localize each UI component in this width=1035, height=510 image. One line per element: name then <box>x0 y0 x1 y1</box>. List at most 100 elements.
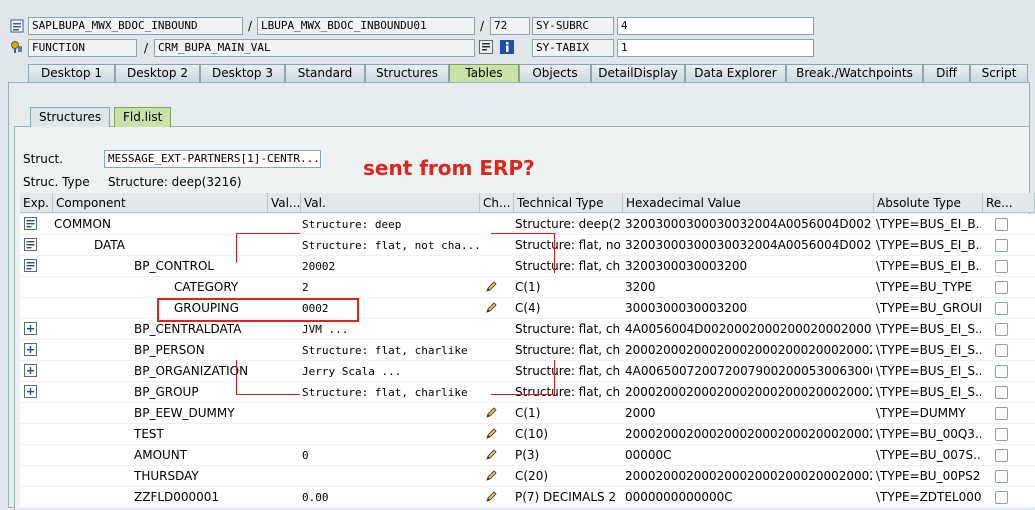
table-row[interactable]: TEST C(10) 2000200020002000200020002000200… <box>20 424 1035 445</box>
details-icon[interactable] <box>479 40 493 54</box>
absolute-type-cell: \TYPE=BU_GROUP <box>876 301 981 315</box>
hex-value-cell: 2000200020002000200020002000200020... <box>625 427 872 441</box>
table-row[interactable]: ZZFLD000001 0.00 P(7) DECIMALS 2 0000000000… <box>20 487 1035 508</box>
tab-detaildisplay[interactable]: DetailDisplay <box>591 64 685 82</box>
table-row[interactable]: CATEGORY 2 C(1) 3200 \TYPE=BU_TYPE <box>20 277 1035 298</box>
edit-pencil-icon[interactable] <box>485 426 499 447</box>
checkbox[interactable] <box>995 281 1008 294</box>
technical-type-cell: P(7) DECIMALS 2 <box>515 490 617 504</box>
separator-slash-1: / <box>248 19 253 33</box>
absolute-type-cell: \TYPE=BUS_EI_S... <box>876 364 981 378</box>
absolute-type-cell: \TYPE=DUMMY <box>876 406 966 420</box>
component-cell: TEST <box>134 427 164 441</box>
table-row[interactable]: BP_CENTRALDATA JVM ... Structure: flat, ch… <box>20 319 1035 340</box>
hex-value-cell: 2000200020002000200020002000200020... <box>625 469 872 483</box>
struct-input[interactable]: MESSAGE_EXT-PARTNERS[1]-CENTR... <box>104 150 321 168</box>
line-field[interactable]: 72 <box>490 17 530 35</box>
value-cell: 2 <box>302 281 309 294</box>
checkbox[interactable] <box>995 365 1008 378</box>
absolute-type-cell: \TYPE=BUS_EI_S... <box>876 322 981 336</box>
collapse-icon[interactable] <box>24 259 37 272</box>
expand-icon[interactable] <box>24 385 37 398</box>
expand-icon[interactable] <box>24 364 37 377</box>
table-row[interactable]: BP_ORGANIZATION Jerry Scala ... Structure:… <box>20 361 1035 382</box>
table-row[interactable]: DATA Structure: flat, not cha... Structure… <box>20 235 1035 256</box>
hex-value-cell: 4A0056004D0020002000200020002000200020..… <box>625 322 872 336</box>
tab-diff[interactable]: Diff <box>923 64 970 82</box>
checkbox[interactable] <box>995 239 1008 252</box>
table-row[interactable]: THURSDAY C(20) 200020002000200020002000200… <box>20 466 1035 487</box>
collapse-icon[interactable] <box>24 238 37 251</box>
col-val[interactable]: Val. <box>301 193 480 213</box>
col-component[interactable]: Component <box>53 193 268 213</box>
edit-pencil-icon[interactable] <box>485 489 499 510</box>
col-val-short[interactable]: Val... <box>268 193 301 213</box>
subtab-structures[interactable]: Structures <box>30 107 111 127</box>
col-exp[interactable]: Exp. <box>20 193 53 213</box>
tab-standard[interactable]: Standard <box>285 64 365 82</box>
col-technical-type[interactable]: Technical Type <box>514 193 623 213</box>
table-row[interactable]: BP_CONTROL 20002 Structure: flat, ch... 320… <box>20 256 1035 277</box>
type-field[interactable]: FUNCTION <box>28 39 137 57</box>
grouping-highlight-box <box>157 298 359 322</box>
sy-subrc-value[interactable]: 4 <box>617 17 814 35</box>
tab-data-explorer[interactable]: Data Explorer <box>685 64 786 82</box>
table-row[interactable]: BP_PERSON Structure: flat, charlike Struct… <box>20 340 1035 361</box>
tab-structures[interactable]: Structures <box>365 64 449 82</box>
checkbox[interactable] <box>995 407 1008 420</box>
edit-pencil-icon[interactable] <box>485 300 499 321</box>
tab-desktop-3[interactable]: Desktop 3 <box>200 64 285 82</box>
table-row[interactable]: AMOUNT 0 P(3) 00000C \TYPE=BU_007S... <box>20 445 1035 466</box>
separator-slash-2: / <box>480 19 485 33</box>
include-field[interactable]: LBUPA_MWX_BDOC_INBOUNDU01 <box>257 17 475 35</box>
info-icon[interactable] <box>500 40 514 54</box>
technical-type-cell: C(1) <box>515 280 541 294</box>
table-row[interactable]: BP_EEW_DUMMY C(1) 2000 \TYPE=DUMMY <box>20 403 1035 424</box>
checkbox[interactable] <box>995 386 1008 399</box>
edit-pencil-icon[interactable] <box>485 405 499 426</box>
tab-desktop-2[interactable]: Desktop 2 <box>115 64 200 82</box>
function-name-field[interactable]: CRM_BUPA_MAIN_VAL <box>154 39 475 57</box>
component-cell: BP_CENTRALDATA <box>134 322 242 336</box>
checkbox[interactable] <box>995 302 1008 315</box>
col-absolute-type[interactable]: Absolute Type <box>874 193 983 213</box>
table-row[interactable]: COMMON Structure: deep Structure: deep(2..… <box>20 214 1035 235</box>
tab-objects[interactable]: Objects <box>519 64 591 82</box>
value-cell: 0 <box>302 449 309 462</box>
checkbox[interactable] <box>995 344 1008 357</box>
table-row[interactable]: BP_GROUP Structure: flat, charlike Structu… <box>20 382 1035 403</box>
technical-type-cell: Structure: flat, ch... <box>515 364 621 378</box>
col-ch[interactable]: Ch... <box>480 193 514 213</box>
absolute-type-cell: \TYPE=BUS_EI_S... <box>876 385 981 399</box>
col-hexadecimal-value[interactable]: Hexadecimal Value <box>623 193 874 213</box>
tab-desktop-1[interactable]: Desktop 1 <box>28 64 115 82</box>
edit-pencil-icon[interactable] <box>485 279 499 300</box>
tab-tables[interactable]: Tables <box>449 64 519 82</box>
checkbox[interactable] <box>995 449 1008 462</box>
edit-pencil-icon[interactable] <box>485 468 499 489</box>
absolute-type-cell: \TYPE=BUS_EI_B... <box>876 217 981 231</box>
checkbox[interactable] <box>995 428 1008 441</box>
checkbox[interactable] <box>995 491 1008 504</box>
checkbox[interactable] <box>995 323 1008 336</box>
col-re[interactable]: Re... <box>983 193 1035 213</box>
subtab-fld-list[interactable]: Fld.list <box>114 107 172 127</box>
hex-value-cell: 3200300030003200 <box>625 259 748 273</box>
tab-script[interactable]: Script <box>970 64 1028 82</box>
expand-icon[interactable] <box>24 343 37 356</box>
component-cell: BP_GROUP <box>134 385 199 399</box>
expand-icon[interactable] <box>24 322 37 335</box>
program-field[interactable]: SAPLBUPA_MWX_BDOC_INBOUND <box>28 17 243 35</box>
struct-label: Struct. <box>23 152 63 166</box>
sy-tabix-value[interactable]: 1 <box>617 39 814 57</box>
collapse-icon[interactable] <box>24 217 37 230</box>
checkbox[interactable] <box>995 218 1008 231</box>
program-icon <box>10 19 24 33</box>
component-cell: ZZFLD000001 <box>134 490 220 504</box>
checkbox[interactable] <box>995 470 1008 483</box>
checkbox[interactable] <box>995 260 1008 273</box>
tab-break-watchpoints[interactable]: Break./Watchpoints <box>786 64 923 82</box>
technical-type-cell: C(4) <box>515 301 541 315</box>
technical-type-cell: Structure: flat, ch... <box>515 385 621 399</box>
edit-pencil-icon[interactable] <box>485 447 499 468</box>
